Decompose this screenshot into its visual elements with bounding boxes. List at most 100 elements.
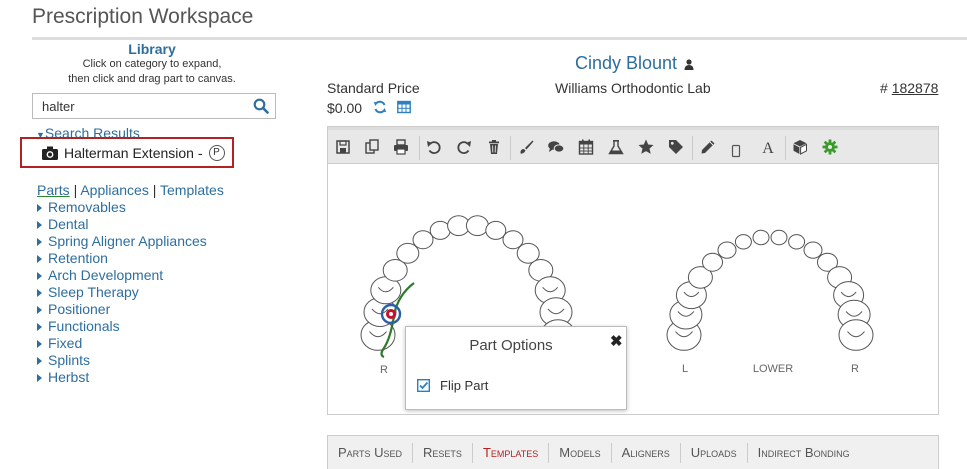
- category-label: Sleep Therapy: [48, 284, 139, 300]
- price-value: $0.00: [327, 100, 363, 116]
- category-label: Fixed: [48, 335, 83, 351]
- tab-appliances[interactable]: Appliances: [80, 182, 149, 198]
- lower-arch[interactable]: [666, 229, 874, 351]
- library-hint-line1: Click on category to expand,: [82, 58, 222, 70]
- flip-part-label[interactable]: Flip Part: [440, 378, 488, 393]
- page-title: Prescription Workspace: [32, 5, 254, 28]
- tab-parts[interactable]: Parts: [37, 182, 70, 198]
- tooth[interactable]: [752, 229, 770, 246]
- category-item[interactable]: Herbst: [37, 369, 207, 386]
- flip-part-checkbox[interactable]: [417, 379, 430, 392]
- category-item[interactable]: Dental: [37, 216, 207, 233]
- order-number-link[interactable]: 182878: [892, 80, 939, 96]
- lower-right-side-label: R: [851, 363, 859, 375]
- category-label: Removables: [48, 199, 126, 215]
- toolbar-separator: [692, 136, 693, 160]
- category-label: Herbst: [48, 369, 90, 385]
- save-icon[interactable]: [334, 138, 352, 156]
- tooth[interactable]: [734, 234, 752, 250]
- gear-icon[interactable]: [821, 138, 839, 156]
- tab-models[interactable]: Models: [549, 442, 612, 463]
- tooth[interactable]: [717, 241, 737, 259]
- library-search-input[interactable]: [33, 94, 233, 118]
- lower-arch-label: LOWER: [753, 363, 793, 375]
- caret-right-icon: [37, 272, 42, 280]
- flask-icon[interactable]: [607, 138, 625, 156]
- category-item[interactable]: Removables: [37, 199, 207, 216]
- tooth[interactable]: [485, 220, 507, 240]
- part-type-badge: P: [208, 144, 225, 161]
- tooth[interactable]: [803, 241, 823, 259]
- patient-name-block: Cindy Blount: [575, 53, 694, 74]
- tab-templates-bottom[interactable]: Templates: [473, 442, 550, 469]
- cube-icon[interactable]: [791, 138, 809, 156]
- star-icon[interactable]: [637, 138, 655, 156]
- tooth[interactable]: [412, 230, 434, 250]
- print-icon[interactable]: [392, 138, 410, 156]
- category-item[interactable]: Fixed: [37, 335, 207, 352]
- tooth[interactable]: [465, 215, 489, 236]
- category-label: Functionals: [48, 318, 120, 334]
- caret-right-icon: [37, 204, 42, 212]
- category-label: Dental: [48, 216, 89, 232]
- tab-indirect-bonding[interactable]: Indirect Bonding: [748, 443, 860, 463]
- category-label: Arch Development: [48, 267, 164, 283]
- font-icon[interactable]: A: [759, 138, 777, 156]
- popup-title: Part Options: [469, 337, 553, 354]
- tooth[interactable]: [429, 220, 451, 240]
- calendar-icon[interactable]: [577, 138, 595, 156]
- pencil-icon[interactable]: [699, 138, 717, 156]
- search-result-item[interactable]: Halterman Extension - P: [20, 137, 234, 168]
- table-icon[interactable]: [397, 100, 411, 114]
- part-options-popup: Part Options ✖ Flip Part: [405, 326, 627, 410]
- caret-right-icon: [37, 357, 42, 365]
- rectangle-icon[interactable]: [729, 144, 743, 158]
- tooth[interactable]: [396, 242, 420, 264]
- tab-uploads[interactable]: Uploads: [681, 442, 748, 463]
- lower-left-side-label: L: [682, 363, 688, 375]
- patient-name[interactable]: Cindy Blount: [575, 53, 677, 73]
- caret-right-icon: [37, 306, 42, 314]
- trash-icon[interactable]: [485, 138, 503, 156]
- order-number-block: # 182878: [880, 80, 938, 96]
- result-name: Halterman Extension -: [64, 144, 203, 161]
- tooth[interactable]: [502, 230, 524, 250]
- redo-icon[interactable]: [455, 138, 473, 156]
- upper-right-side-label: R: [380, 364, 388, 376]
- tooth[interactable]: [770, 229, 788, 246]
- refresh-icon[interactable]: [373, 100, 387, 114]
- title-divider: [32, 37, 967, 40]
- canvas-toolbar: A: [328, 127, 938, 164]
- category-item[interactable]: Positioner: [37, 301, 207, 318]
- caret-right-icon: [37, 238, 42, 246]
- search-icon[interactable]: [253, 98, 269, 114]
- caret-right-icon: [37, 221, 42, 229]
- category-label: Positioner: [48, 301, 111, 317]
- tooth[interactable]: [838, 319, 874, 351]
- tab-aligners[interactable]: Aligners: [612, 442, 681, 463]
- caret-right-icon: [37, 289, 42, 297]
- category-item[interactable]: Sleep Therapy: [37, 284, 207, 301]
- tag-icon[interactable]: [667, 138, 685, 156]
- category-item[interactable]: Spring Aligner Appliances: [37, 233, 207, 250]
- copy-icon[interactable]: [363, 138, 381, 156]
- tab-separator: |: [148, 182, 161, 198]
- close-icon[interactable]: ✖: [610, 332, 623, 350]
- tooth[interactable]: [702, 252, 723, 272]
- category-item[interactable]: Functionals: [37, 318, 207, 335]
- category-item[interactable]: Splints: [37, 352, 207, 369]
- tooth[interactable]: [788, 234, 806, 250]
- undo-icon[interactable]: [425, 138, 443, 156]
- caret-right-icon: [37, 255, 42, 263]
- tab-templates[interactable]: Templates: [160, 182, 224, 198]
- comments-icon[interactable]: [547, 138, 565, 156]
- toolbar-separator: [785, 136, 786, 160]
- category-label: Retention: [48, 250, 108, 266]
- tab-resets[interactable]: Resets: [413, 442, 473, 463]
- tab-parts-used[interactable]: Parts Used: [328, 442, 414, 463]
- category-item[interactable]: Arch Development: [37, 267, 207, 284]
- svg-text:A: A: [762, 140, 774, 156]
- camera-icon[interactable]: [42, 146, 58, 160]
- category-item[interactable]: Retention: [37, 250, 207, 267]
- paintbrush-icon[interactable]: [517, 138, 535, 156]
